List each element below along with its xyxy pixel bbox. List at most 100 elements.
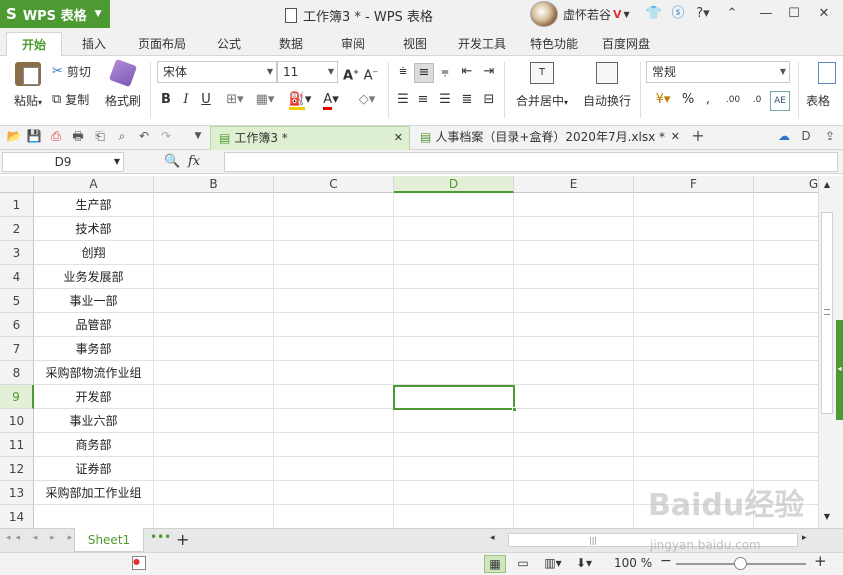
decrease-decimal-icon[interactable]: .0: [746, 91, 768, 109]
cell-b12[interactable]: [154, 457, 274, 481]
cell-e14[interactable]: [514, 505, 634, 528]
cell-c12[interactable]: [274, 457, 394, 481]
scroll-left-icon[interactable]: ◂: [490, 533, 495, 543]
cell-e6[interactable]: [514, 313, 634, 337]
align-center-icon[interactable]: ≡: [414, 91, 432, 109]
cloud-icon[interactable]: ☁: [776, 128, 792, 144]
format-painter-button[interactable]: 格式刷: [102, 58, 144, 110]
add-sheet-icon[interactable]: +: [176, 530, 189, 549]
column-header-g[interactable]: G: [754, 176, 818, 193]
tab-review[interactable]: 审阅: [341, 32, 365, 56]
cell-f9[interactable]: [634, 385, 754, 409]
reading-mode-icon[interactable]: ⬇▾: [572, 555, 596, 573]
cell-b2[interactable]: [154, 217, 274, 241]
distributed-icon[interactable]: ⊟: [480, 91, 498, 109]
cell-g1[interactable]: [754, 193, 818, 217]
row-header[interactable]: 10: [0, 409, 34, 433]
cell-f4[interactable]: [634, 265, 754, 289]
merge-center-button[interactable]: T 合并居中▾: [510, 62, 574, 110]
cell-c8[interactable]: [274, 361, 394, 385]
normal-view-icon[interactable]: ▦: [484, 555, 506, 573]
tab-baidu-netdisk[interactable]: 百度网盘: [602, 32, 650, 56]
cell-f10[interactable]: [634, 409, 754, 433]
cell-a12[interactable]: 证券部: [34, 457, 154, 481]
wrap-text-button[interactable]: 自动换行: [580, 62, 634, 110]
cell-f8[interactable]: [634, 361, 754, 385]
cell-g6[interactable]: [754, 313, 818, 337]
cell-e7[interactable]: [514, 337, 634, 361]
cell-d4[interactable]: [394, 265, 514, 289]
cell-b7[interactable]: [154, 337, 274, 361]
cell-d12[interactable]: [394, 457, 514, 481]
redo-icon[interactable]: ↷: [158, 128, 174, 144]
justify-icon[interactable]: ≣: [458, 91, 476, 109]
select-all-corner[interactable]: [0, 176, 34, 193]
row-header[interactable]: 4: [0, 265, 34, 289]
close-icon[interactable]: ✕: [814, 4, 834, 24]
cell-c3[interactable]: [274, 241, 394, 265]
percent-icon[interactable]: %: [680, 91, 696, 109]
cell-a13[interactable]: 采购部加工作业组: [34, 481, 154, 505]
cell-d3[interactable]: [394, 241, 514, 265]
tab-data[interactable]: 数据: [279, 32, 303, 56]
italic-icon[interactable]: I: [178, 91, 194, 109]
cell-b10[interactable]: [154, 409, 274, 433]
cell-c2[interactable]: [274, 217, 394, 241]
cell-d2[interactable]: [394, 217, 514, 241]
cell-a6[interactable]: 品管部: [34, 313, 154, 337]
row-header[interactable]: 12: [0, 457, 34, 481]
paste-button[interactable]: 粘贴▾: [8, 62, 48, 110]
share-icon[interactable]: ⇪: [822, 128, 838, 144]
cell-b8[interactable]: [154, 361, 274, 385]
tab-insert[interactable]: 插入: [82, 32, 106, 56]
cell-d8[interactable]: [394, 361, 514, 385]
formula-input[interactable]: [224, 152, 838, 172]
cell-b11[interactable]: [154, 433, 274, 457]
cell-a5[interactable]: 事业一部: [34, 289, 154, 313]
cell-b5[interactable]: [154, 289, 274, 313]
cell-f1[interactable]: [634, 193, 754, 217]
cell-g12[interactable]: [754, 457, 818, 481]
row-header[interactable]: 7: [0, 337, 34, 361]
font-color-icon[interactable]: A▾: [318, 91, 344, 110]
docer-icon[interactable]: D: [798, 128, 814, 144]
increase-font-size-icon[interactable]: A+: [342, 63, 360, 85]
cell-c7[interactable]: [274, 337, 394, 361]
cell-a3[interactable]: 创翔: [34, 241, 154, 265]
shirt-skin-icon[interactable]: 👕: [644, 4, 664, 24]
cell-e12[interactable]: [514, 457, 634, 481]
collapse-ribbon-icon[interactable]: ⌃: [722, 4, 742, 24]
selected-cell-d9[interactable]: [393, 385, 517, 412]
cell-style-icon[interactable]: ▦▾: [252, 91, 278, 109]
row-header[interactable]: 2: [0, 217, 34, 241]
cell-e8[interactable]: [514, 361, 634, 385]
fill-handle[interactable]: [512, 407, 517, 412]
cell-c10[interactable]: [274, 409, 394, 433]
cell-c4[interactable]: [274, 265, 394, 289]
cell-b9[interactable]: [154, 385, 274, 409]
undo-icon[interactable]: ↶: [136, 128, 152, 144]
cell-c13[interactable]: [274, 481, 394, 505]
cell-a2[interactable]: 技术部: [34, 217, 154, 241]
tab-special-features[interactable]: 特色功能: [530, 32, 578, 56]
align-top-icon[interactable]: ⩧: [394, 63, 412, 81]
cell-e10[interactable]: [514, 409, 634, 433]
avatar[interactable]: [530, 1, 558, 27]
column-header-e[interactable]: E: [514, 176, 634, 193]
minimize-icon[interactable]: —: [756, 4, 776, 24]
cell-b4[interactable]: [154, 265, 274, 289]
sheet-tab-sheet1[interactable]: Sheet1: [74, 528, 144, 552]
close-tab-icon[interactable]: ✕: [671, 126, 680, 148]
export-pdf-icon[interactable]: ⎙: [48, 128, 64, 144]
cell-b3[interactable]: [154, 241, 274, 265]
decrease-indent-icon[interactable]: ⇤: [458, 63, 476, 81]
close-tab-icon[interactable]: ✕: [394, 127, 403, 149]
tab-view[interactable]: 视图: [403, 32, 427, 56]
cell-a14[interactable]: [34, 505, 154, 528]
increase-indent-icon[interactable]: ⇥: [480, 63, 498, 81]
row-header[interactable]: 1: [0, 193, 34, 217]
cell-a8[interactable]: 采购部物流作业组: [34, 361, 154, 385]
cell-d6[interactable]: [394, 313, 514, 337]
cell-g7[interactable]: [754, 337, 818, 361]
cell-f6[interactable]: [634, 313, 754, 337]
